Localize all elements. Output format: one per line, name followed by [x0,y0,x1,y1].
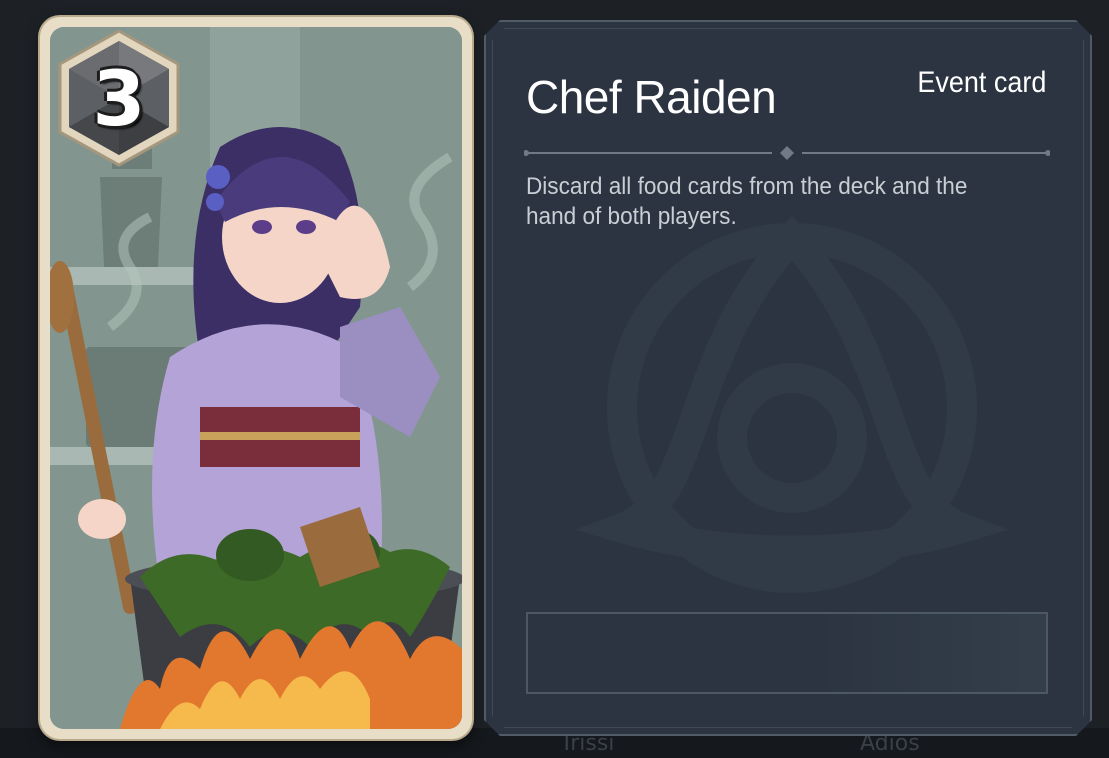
card-type-label: Event card [916,66,1046,99]
card-description: Discard all food cards from the deck and… [526,173,968,230]
title-divider [524,146,1050,160]
triquetra-emblem-icon [562,198,1022,618]
card-action-slot[interactable] [526,612,1048,694]
event-card[interactable]: 3 [40,17,472,739]
card-title: Chef Raiden [526,71,777,123]
card-cost-value: 3 [92,53,146,143]
cost-badge: 3 [56,29,182,167]
card-info-panel: Chef Raiden Event card Discard all food … [484,20,1092,736]
